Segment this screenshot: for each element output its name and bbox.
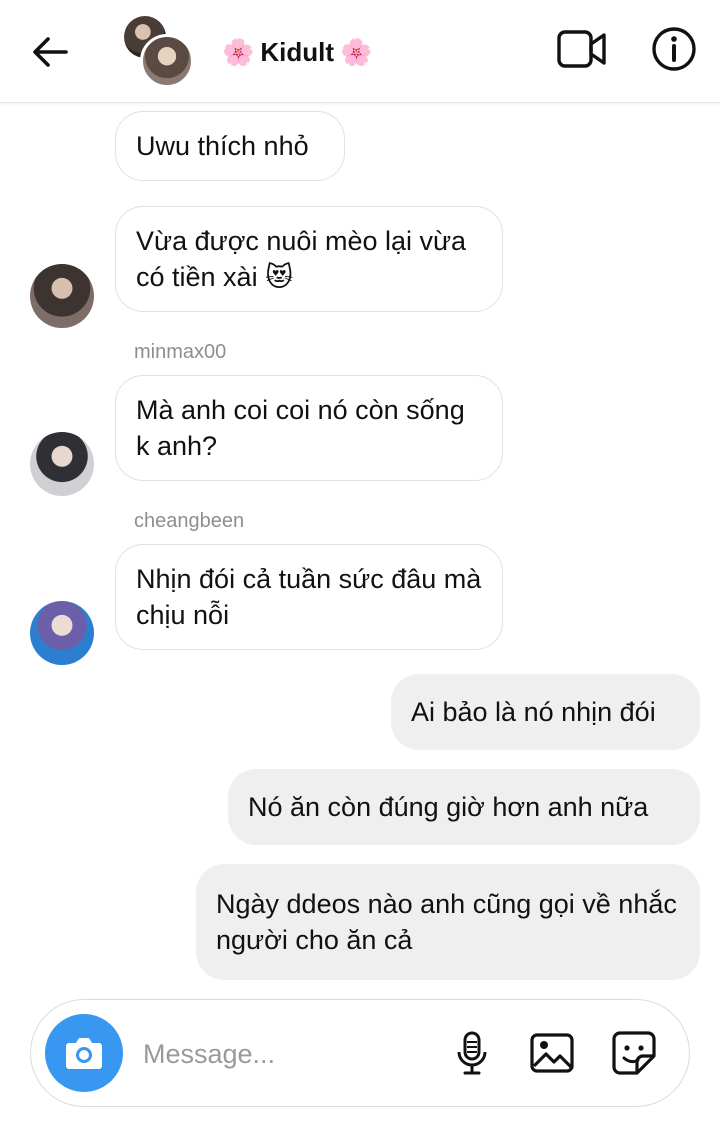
cherry-blossom-icon: 🌸 — [340, 36, 373, 67]
sticker-button[interactable] — [611, 1030, 657, 1076]
sticker-icon — [612, 1031, 656, 1075]
info-icon — [652, 27, 696, 71]
video-call-button[interactable] — [556, 27, 608, 71]
sender-avatar[interactable] — [30, 601, 94, 665]
message-bubble-outgoing[interactable]: Nó ăn còn đúng giờ hơn anh nữa — [228, 769, 700, 845]
message-text: Ai bảo là nó nhịn đói — [411, 697, 656, 727]
message-bubble-outgoing[interactable]: Ai bảo là nó nhịn đói — [391, 674, 700, 750]
message-text: Nó ăn còn đúng giờ hơn anh nữa — [248, 792, 649, 822]
group-avatar-front — [140, 34, 194, 88]
gallery-button[interactable] — [529, 1030, 575, 1076]
message-text: Uwu thích nhỏ — [136, 131, 309, 161]
message-text: Ngày ddeos nào anh cũng gọi về nhắc ngườ… — [216, 889, 677, 955]
cherry-blossom-icon: 🌸 — [222, 36, 255, 67]
message-bubble[interactable]: Vừa được nuôi mèo lại vừa có tiền xài 😻 — [115, 206, 503, 312]
sender-name[interactable]: cheangbeen — [134, 510, 244, 533]
sender-name[interactable]: minmax00 — [134, 341, 226, 364]
sender-avatar[interactable] — [30, 264, 94, 328]
back-arrow-icon — [33, 37, 68, 67]
chat-title[interactable]: 🌸 Kidult 🌸 — [222, 34, 372, 70]
camera-button[interactable] — [45, 1014, 123, 1092]
camera-icon — [66, 1038, 102, 1069]
voice-message-button[interactable] — [449, 1030, 495, 1076]
info-button[interactable] — [650, 25, 698, 73]
message-bubble-outgoing[interactable]: Ngày ddeos nào anh cũng gọi về nhắc ngườ… — [196, 864, 700, 980]
message-text: Vừa được nuôi mèo lại vừa có tiền xài 😻 — [136, 226, 467, 292]
video-camera-icon — [557, 30, 606, 68]
message-text: Nhịn đói cả tuần sức đâu mà chịu nỗi — [136, 564, 482, 630]
microphone-icon — [457, 1031, 487, 1075]
chat-header: 🌸 Kidult 🌸 — [0, 0, 720, 103]
group-avatar[interactable] — [124, 16, 194, 88]
message-bubble[interactable]: Mà anh coi coi nó còn sống k anh? — [115, 375, 503, 481]
message-bubble[interactable]: Nhịn đói cả tuần sức đâu mà chịu nỗi — [115, 544, 503, 650]
image-icon — [530, 1033, 574, 1073]
sender-avatar[interactable] — [30, 432, 94, 496]
chat-title-text: Kidult — [260, 36, 335, 67]
message-bubble[interactable]: Uwu thích nhỏ — [115, 111, 345, 181]
back-button[interactable] — [28, 32, 72, 72]
message-input[interactable] — [143, 1034, 433, 1074]
message-composer — [30, 999, 690, 1107]
message-text: Mà anh coi coi nó còn sống k anh? — [136, 395, 465, 461]
